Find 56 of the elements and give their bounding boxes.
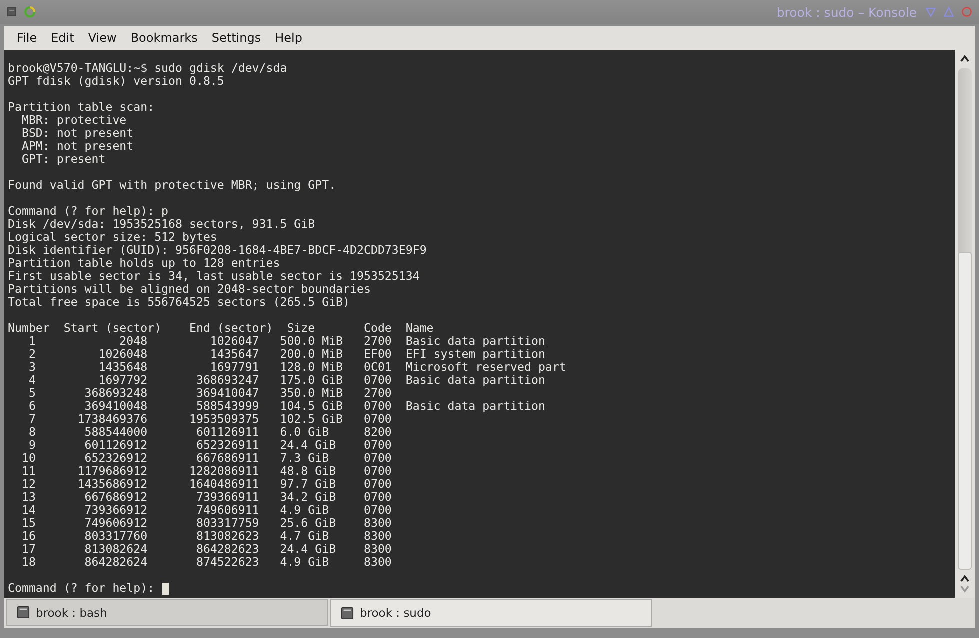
scroll-up-icon[interactable]	[959, 574, 971, 584]
menu-item[interactable]: File	[10, 27, 44, 49]
terminal-line: Partition table scan:	[8, 101, 156, 114]
terminal-line: Total free space is 556764525 sectors (265.5 GiB)	[8, 296, 352, 309]
terminal-line: 9 601126912 652326911 24.4 GiB 0700	[28, 439, 393, 452]
terminal-line: 10 652326912 667686911 7.3 GiB 0700	[20, 452, 393, 465]
minimize-icon[interactable]	[925, 6, 937, 18]
menu-item[interactable]: Edit	[44, 27, 82, 49]
cursor-icon	[162, 582, 169, 594]
terminal-line: 16 803317760 813082623 4.7 GiB 8300	[20, 530, 393, 543]
terminal-line: BSD: not present	[20, 127, 135, 140]
terminal-line: MBR: protective	[20, 114, 128, 127]
terminal-line: 14 739366912 749606911 4.9 GiB 0700	[20, 504, 393, 517]
terminal-line: 11 1179686912 1282086911 48.8 GiB 0700	[20, 465, 393, 478]
terminal-line: Command (? for help): p	[8, 205, 170, 218]
terminal-line: Disk /dev/sda: 1953525168 sectors, 931.5 GiB	[8, 218, 316, 231]
terminal-line: Disk identifier (GUID): 956F0208-1684-4BE7-BDCF-4D2CDD73E9F9	[8, 244, 428, 257]
terminal-line: 13 667686912 739366911 34.2 GiB 0700	[20, 491, 393, 504]
terminal-line: APM: not present	[20, 140, 135, 153]
terminal-line: 3 1435648 1697791 128.0 MiB 0C01 Microsoft reserved part	[28, 361, 568, 374]
terminal-icon	[17, 606, 30, 619]
terminal-line: 5 368693248 369410047 350.0 MiB 2700	[28, 387, 393, 400]
terminal-line: 15 749606912 803317759 25.6 GiB 8300	[20, 517, 393, 530]
terminal-line: 6 369410048 588543999 104.5 GiB 0700 Basic data partition	[28, 400, 546, 413]
menu-item[interactable]: Settings	[204, 27, 268, 49]
app-icon	[24, 6, 36, 18]
close-icon[interactable]	[961, 6, 973, 18]
scrollbar-thumb[interactable]	[958, 252, 972, 570]
menu-item[interactable]: View	[81, 27, 124, 49]
terminal-icon	[341, 606, 354, 620]
terminal-tab[interactable]: brook : sudo	[330, 599, 652, 627]
terminal-line: 18 864282624 874522623 4.9 GiB 8300	[20, 556, 393, 569]
terminal-line: Logical sector size: 512 bytes	[8, 231, 218, 244]
terminal-line: 4 1697792 368693247 175.0 GiB 0700 Basic data partition	[28, 374, 546, 387]
terminal-line: First usable sector is 34, last usable sector is 1953525134	[8, 270, 421, 283]
terminal-line: Command (? for help):	[8, 582, 155, 595]
terminal-line: 17 813082624 864282623 24.4 GiB 8300	[20, 543, 393, 556]
scroll-up-icon[interactable]	[959, 54, 971, 64]
terminal-line: Partitions will be aligned on 2048-sector boundaries	[8, 283, 372, 296]
maximize-icon[interactable]	[943, 6, 955, 18]
terminal-line: 2 1026048 1435647 200.0 MiB EF00 EFI system partition	[28, 348, 546, 361]
terminal-tab[interactable]: brook : bash	[6, 599, 328, 626]
terminal-line: 12 1435686912 1640486911 97.7 GiB 0700	[20, 478, 393, 491]
terminal-line: Partition table holds up to 128 entries	[8, 257, 282, 270]
window-title: brook : sudo – Konsole	[776, 4, 918, 20]
terminal-line: Number Start (sector) End (sector) Size Code Name	[8, 322, 435, 335]
terminal-line: 1 2048 1026047 500.0 MiB 2700 Basic data partition	[28, 335, 546, 348]
terminal-line: brook@V570-TANGLU:~$ sudo gdisk /dev/sda	[8, 62, 288, 75]
terminal-line: GPT: present	[20, 153, 106, 166]
menu-item[interactable]: Bookmarks	[124, 27, 205, 49]
window-menu-icon[interactable]	[6, 6, 18, 18]
terminal-line: 7 1738469376 1953509375 102.5 GiB 0700	[28, 413, 393, 426]
terminal-line: 8 588544000 601126911 6.0 GiB 8200	[28, 426, 393, 439]
menu-item[interactable]: Help	[268, 27, 310, 49]
terminal-line: Found valid GPT with protective MBR; using GPT.	[8, 179, 338, 192]
terminal-line: GPT fdisk (gdisk) version 0.8.5	[8, 75, 226, 88]
